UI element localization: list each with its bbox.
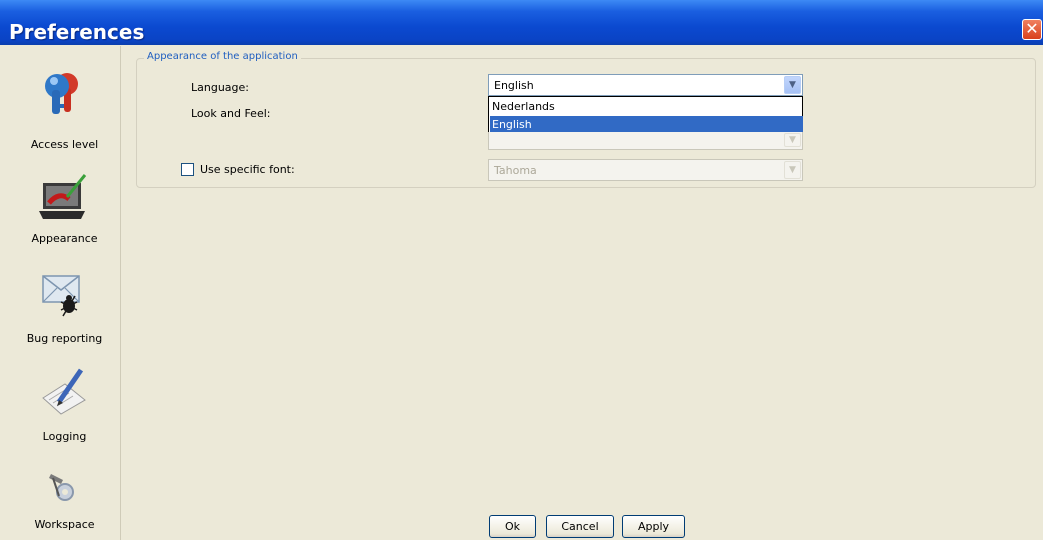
sidebar-item-label: Access level (30, 138, 99, 151)
sidebar-item-access-level[interactable]: Access level (9, 58, 120, 151)
sidebar-item-appearance[interactable]: Appearance (9, 161, 120, 251)
chevron-down-icon[interactable]: ▼ (784, 76, 801, 94)
group-title: Appearance of the application (144, 51, 301, 62)
logging-icon (42, 368, 86, 415)
language-value: English (494, 79, 534, 92)
chevron-down-icon[interactable]: ▼ (784, 161, 801, 179)
sidebar-item-label: Logging (42, 430, 87, 443)
look-and-feel-label: Look and Feel: (191, 107, 271, 120)
sidebar-item-label: Appearance (31, 232, 98, 245)
title-bar: Preferences ✕ (0, 0, 1043, 45)
look-and-feel-select[interactable]: ▼ (488, 132, 803, 150)
sidebar-item-workspace[interactable]: Workspace (9, 458, 120, 540)
access-level-icon (45, 73, 78, 114)
sidebar-item-bug-reporting[interactable]: Bug reporting (9, 266, 120, 356)
font-value: Tahoma (494, 164, 537, 177)
sidebar-item-logging[interactable]: Logging (9, 362, 120, 452)
chevron-down-icon[interactable]: ▼ (784, 133, 801, 147)
workspace-icon (49, 474, 74, 501)
appearance-icon (39, 174, 87, 219)
language-label: Language: (191, 81, 249, 94)
language-option-nederlands[interactable]: Nederlands (490, 98, 803, 116)
cancel-button[interactable]: Cancel (546, 515, 614, 538)
window-title: Preferences (9, 20, 145, 44)
ok-button[interactable]: Ok (489, 515, 536, 538)
language-select[interactable]: English ▼ (488, 74, 803, 96)
bug-reporting-icon (42, 275, 80, 317)
font-select[interactable]: Tahoma ▼ (488, 159, 803, 181)
apply-button[interactable]: Apply (622, 515, 685, 538)
use-specific-font-label: Use specific font: (200, 163, 295, 176)
sidebar-item-label: Bug reporting (26, 332, 103, 345)
sidebar-item-label: Workspace (34, 518, 95, 531)
close-button[interactable]: ✕ (1022, 19, 1042, 40)
language-dropdown: Nederlands English (488, 96, 803, 136)
use-specific-font-checkbox[interactable] (181, 163, 194, 176)
sidebar: Access level Appearance Bug reporting Lo… (9, 46, 121, 540)
